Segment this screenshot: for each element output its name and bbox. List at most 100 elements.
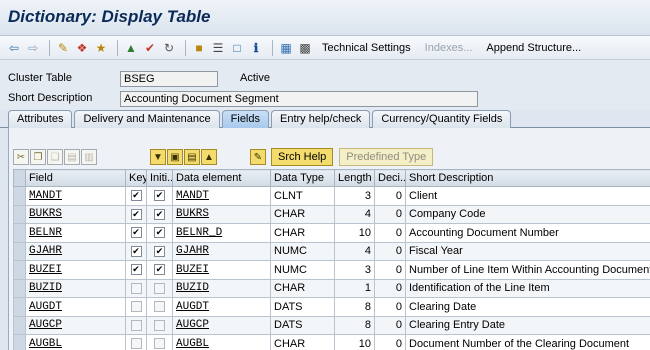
- field-name-cell[interactable]: MANDT: [25, 186, 126, 206]
- key-checkbox[interactable]: ✔: [125, 204, 147, 224]
- search-help-icon[interactable]: ✎: [250, 149, 266, 165]
- short-description-field[interactable]: Accounting Document Segment: [120, 91, 478, 107]
- initial-checkbox[interactable]: [146, 315, 173, 335]
- initial-checkbox[interactable]: ✔: [146, 260, 173, 280]
- initial-checkbox[interactable]: [146, 278, 173, 298]
- first-page-icon[interactable]: ▣: [167, 149, 183, 165]
- table-row[interactable]: BUZEI ✔ ✔ BUZEI NUMC 3 0 Number of Line Item Wi…: [13, 260, 650, 280]
- table-row[interactable]: AUGBL AUGBL CHAR 10 0 Document Number of the …: [13, 334, 650, 350]
- table-grid-icon[interactable]: ▩: [297, 40, 313, 56]
- unchecked-checkbox-icon[interactable]: [130, 282, 142, 294]
- tab-currency-quantity-fields[interactable]: Currency/Quantity Fields: [372, 110, 512, 128]
- column-header-decimals[interactable]: Deci...: [374, 169, 406, 187]
- unchecked-checkbox-icon[interactable]: [154, 282, 165, 294]
- predefined-type-button[interactable]: Predefined Type: [339, 148, 434, 166]
- initial-checkbox[interactable]: ✔: [146, 204, 173, 224]
- table-row[interactable]: BELNR ✔ ✔ BELNR_D CHAR 10 0 Accounting Document…: [13, 223, 650, 243]
- initial-checkbox[interactable]: [146, 297, 173, 317]
- where-used-icon[interactable]: ▲: [123, 40, 139, 56]
- page-icon[interactable]: ▤: [184, 149, 200, 165]
- checked-checkbox-icon[interactable]: ✔: [130, 245, 142, 257]
- data-element-cell[interactable]: AUGCP: [172, 315, 271, 335]
- data-element-cell[interactable]: BUKRS: [172, 204, 271, 224]
- unchecked-checkbox-icon[interactable]: [154, 301, 165, 313]
- tab-fields[interactable]: Fields: [221, 110, 269, 128]
- key-checkbox[interactable]: [125, 297, 147, 317]
- key-checkbox[interactable]: ✔: [125, 241, 147, 261]
- activate-icon[interactable]: ★: [93, 40, 109, 56]
- key-checkbox[interactable]: [125, 334, 147, 350]
- column-header-data-element[interactable]: Data element: [172, 169, 271, 187]
- tree-icon[interactable]: ▦: [278, 40, 294, 56]
- field-name-cell[interactable]: AUGDT: [25, 297, 126, 317]
- row-selector[interactable]: [13, 260, 26, 280]
- delete-row-icon[interactable]: ▥: [81, 149, 97, 165]
- row-selector[interactable]: [13, 241, 26, 261]
- field-name-cell[interactable]: BUZEI: [25, 260, 126, 280]
- key-checkbox[interactable]: ✔: [125, 186, 147, 206]
- unchecked-checkbox-icon[interactable]: [130, 301, 142, 313]
- checked-checkbox-icon[interactable]: ✔: [130, 190, 142, 202]
- select-all-cell[interactable]: [13, 169, 26, 187]
- data-element-cell[interactable]: BUZEI: [172, 260, 271, 280]
- unchecked-checkbox-icon[interactable]: [130, 319, 142, 331]
- unchecked-checkbox-icon[interactable]: [154, 338, 165, 350]
- checked-checkbox-icon[interactable]: ✔: [130, 264, 142, 276]
- table-row[interactable]: AUGCP AUGCP DATS 8 0 Clearing Entry Date: [13, 315, 650, 335]
- filter-up-icon[interactable]: ▲: [201, 149, 217, 165]
- back-arrow-icon[interactable]: ⇦: [6, 40, 22, 56]
- column-header-field[interactable]: Field: [25, 169, 126, 187]
- row-selector[interactable]: [13, 297, 26, 317]
- table-row[interactable]: BUZID BUZID CHAR 1 0 Identification of the Li…: [13, 278, 650, 298]
- initial-checkbox[interactable]: ✔: [146, 186, 173, 206]
- data-element-cell[interactable]: BELNR_D: [172, 223, 271, 243]
- checked-checkbox-icon[interactable]: ✔: [154, 245, 165, 257]
- key-checkbox[interactable]: ✔: [125, 223, 147, 243]
- field-name-cell[interactable]: GJAHR: [25, 241, 126, 261]
- initial-checkbox[interactable]: ✔: [146, 241, 173, 261]
- insert-row-icon[interactable]: ▤: [64, 149, 80, 165]
- paste-icon[interactable]: ❑: [47, 149, 63, 165]
- srch-help-button[interactable]: Srch Help: [271, 148, 334, 166]
- checked-checkbox-icon[interactable]: ✔: [130, 208, 142, 220]
- window-icon[interactable]: □: [229, 40, 245, 56]
- field-name-cell[interactable]: AUGCP: [25, 315, 126, 335]
- row-selector[interactable]: [13, 334, 26, 350]
- row-selector[interactable]: [13, 223, 26, 243]
- table-name-field[interactable]: BSEG: [120, 71, 218, 87]
- list-icon[interactable]: ☰: [210, 40, 226, 56]
- tab-attributes[interactable]: Attributes: [8, 110, 73, 128]
- navigation-icon[interactable]: ↻: [161, 40, 177, 56]
- forward-arrow-icon[interactable]: ⇨: [25, 40, 41, 56]
- table-row[interactable]: BUKRS ✔ ✔ BUKRS CHAR 4 0 Company Code: [13, 204, 650, 224]
- row-selector[interactable]: [13, 315, 26, 335]
- column-header-short-description[interactable]: Short Description: [405, 169, 650, 187]
- key-checkbox[interactable]: ✔: [125, 260, 147, 280]
- table-row[interactable]: AUGDT AUGDT DATS 8 0 Clearing Date: [13, 297, 650, 317]
- row-selector[interactable]: [13, 278, 26, 298]
- field-name-cell[interactable]: BUZID: [25, 278, 126, 298]
- field-name-cell[interactable]: AUGBL: [25, 334, 126, 350]
- append-structure-button[interactable]: Append Structure...: [486, 42, 581, 54]
- column-header-initial[interactable]: Initi...: [146, 169, 173, 187]
- key-checkbox[interactable]: [125, 315, 147, 335]
- data-element-cell[interactable]: MANDT: [172, 186, 271, 206]
- table-row[interactable]: MANDT ✔ ✔ MANDT CLNT 3 0 Client: [13, 186, 650, 206]
- column-header-length[interactable]: Length: [334, 169, 375, 187]
- data-element-cell[interactable]: AUGBL: [172, 334, 271, 350]
- tab-delivery-and-maintenance[interactable]: Delivery and Maintenance: [74, 110, 220, 128]
- key-checkbox[interactable]: [125, 278, 147, 298]
- checked-checkbox-icon[interactable]: ✔: [130, 227, 142, 239]
- data-element-cell[interactable]: AUGDT: [172, 297, 271, 317]
- display-change-icon[interactable]: ✎: [55, 40, 71, 56]
- checked-checkbox-icon[interactable]: ✔: [154, 264, 165, 276]
- filter-down-icon[interactable]: ▼: [150, 149, 166, 165]
- column-header-data-type[interactable]: Data Type: [270, 169, 335, 187]
- other-object-icon[interactable]: ❖: [74, 40, 90, 56]
- tab-entry-help-check[interactable]: Entry help/check: [271, 110, 371, 128]
- row-selector[interactable]: [13, 186, 26, 206]
- indexes-button[interactable]: Indexes...: [425, 42, 473, 54]
- hierarchy-icon[interactable]: ■: [191, 40, 207, 56]
- data-element-cell[interactable]: BUZID: [172, 278, 271, 298]
- table-row[interactable]: GJAHR ✔ ✔ GJAHR NUMC 4 0 Fiscal Year: [13, 241, 650, 261]
